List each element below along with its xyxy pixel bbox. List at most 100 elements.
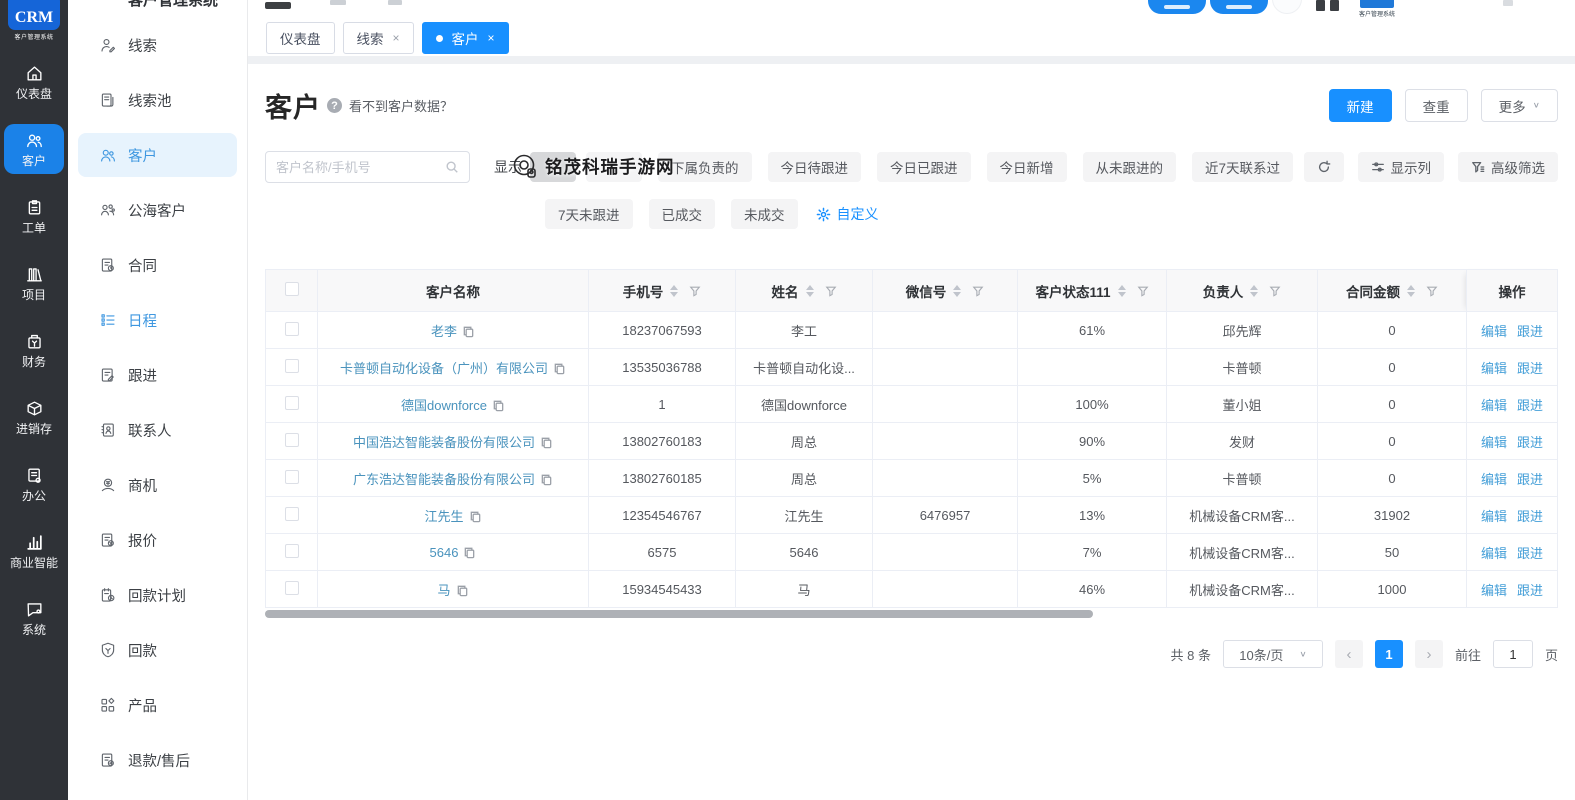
filter-chip-今日已跟进[interactable]: 今日已跟进 bbox=[877, 152, 971, 182]
display-columns-button[interactable]: 显示列 bbox=[1357, 152, 1444, 182]
customer-name-link[interactable]: 老李 bbox=[431, 324, 457, 339]
row-checkbox[interactable] bbox=[284, 432, 299, 447]
tab-仪表盘[interactable]: 仪表盘 bbox=[266, 22, 335, 54]
copy-icon[interactable] bbox=[463, 546, 476, 559]
sort-desc-icon[interactable] bbox=[1250, 291, 1259, 297]
sort-desc-icon[interactable] bbox=[1117, 291, 1126, 297]
filter-chip-今日新增[interactable]: 今日新增 bbox=[986, 152, 1067, 182]
sort-asc-icon[interactable] bbox=[1117, 284, 1126, 290]
secondary-nav-item-报价[interactable]: 报价 bbox=[78, 518, 237, 562]
column-header-合同金额[interactable]: 合同金额 bbox=[1317, 269, 1467, 312]
row-action-编辑[interactable]: 编辑 bbox=[1481, 472, 1507, 487]
next-page-button[interactable]: › bbox=[1414, 640, 1443, 668]
copy-icon[interactable] bbox=[462, 325, 475, 338]
row-action-跟进[interactable]: 跟进 bbox=[1517, 509, 1543, 524]
row-action-编辑[interactable]: 编辑 bbox=[1481, 361, 1507, 376]
goto-page-input[interactable] bbox=[1492, 640, 1533, 668]
primary-nav-item-进销存[interactable]: 进销存 bbox=[4, 392, 64, 442]
row-action-跟进[interactable]: 跟进 bbox=[1517, 546, 1543, 561]
current-page-button[interactable]: 1 bbox=[1374, 640, 1403, 668]
row-checkbox[interactable] bbox=[284, 358, 299, 373]
filter-chip-下属负责的[interactable]: 下属负责的 bbox=[658, 152, 752, 182]
app-logo[interactable]: CRM bbox=[8, 0, 60, 30]
filter-chip-已成交[interactable]: 已成交 bbox=[648, 199, 716, 229]
sort-desc-icon[interactable] bbox=[1407, 291, 1415, 297]
filter-chip-从未跟进的[interactable]: 从未跟进的 bbox=[1082, 152, 1176, 182]
sort-desc-icon[interactable] bbox=[953, 291, 962, 297]
primary-nav-item-系统[interactable]: 系统 bbox=[4, 593, 64, 643]
tab-线索[interactable]: 线索 × bbox=[342, 22, 414, 54]
column-header-操作[interactable]: 操作 bbox=[1466, 269, 1558, 312]
refresh-button[interactable] bbox=[1303, 152, 1344, 182]
primary-nav-item-商业智能[interactable]: 商业智能 bbox=[4, 526, 64, 576]
row-action-编辑[interactable]: 编辑 bbox=[1481, 324, 1507, 339]
row-checkbox[interactable] bbox=[284, 580, 299, 595]
copy-icon[interactable] bbox=[553, 362, 566, 375]
row-action-跟进[interactable]: 跟进 bbox=[1517, 435, 1543, 450]
secondary-nav-item-回款[interactable]: 回款 bbox=[78, 628, 237, 672]
row-checkbox[interactable] bbox=[284, 506, 299, 521]
column-header-手机号[interactable]: 手机号 bbox=[588, 269, 736, 312]
search-icon[interactable] bbox=[445, 160, 459, 174]
secondary-nav-item-合同[interactable]: 合同 bbox=[78, 243, 237, 287]
sort-desc-icon[interactable] bbox=[670, 291, 679, 297]
column-header-客户名称[interactable]: 客户名称 bbox=[317, 269, 589, 312]
secondary-nav-item-产品[interactable]: 产品 bbox=[78, 683, 237, 727]
primary-nav-item-办公[interactable]: 办公 bbox=[4, 459, 64, 509]
hamburger-menu-icon[interactable] bbox=[265, 2, 291, 9]
row-checkbox[interactable] bbox=[284, 469, 299, 484]
horizontal-scrollbar-thumb[interactable] bbox=[265, 610, 1093, 618]
customer-name-link[interactable]: 德国downforce bbox=[401, 398, 487, 413]
copy-icon[interactable] bbox=[469, 510, 482, 523]
row-action-跟进[interactable]: 跟进 bbox=[1517, 472, 1543, 487]
prev-page-button[interactable]: ‹ bbox=[1334, 640, 1363, 668]
header-avatar-partial[interactable] bbox=[1330, 0, 1339, 11]
sort-asc-icon[interactable] bbox=[1407, 284, 1415, 290]
secondary-nav-item-线索[interactable]: 线索 bbox=[78, 23, 237, 67]
secondary-nav-item-商机[interactable]: 商机 bbox=[78, 463, 237, 507]
primary-nav-item-项目[interactable]: 项目 bbox=[4, 258, 64, 308]
help-icon[interactable]: ? bbox=[327, 98, 342, 113]
filter-chip-7天未跟进[interactable]: 7天未跟进 bbox=[545, 199, 633, 229]
secondary-nav-item-日程[interactable]: 日程 bbox=[78, 298, 237, 342]
sort-desc-icon[interactable] bbox=[805, 291, 814, 297]
row-action-编辑[interactable]: 编辑 bbox=[1481, 435, 1507, 450]
row-checkbox[interactable] bbox=[284, 321, 299, 336]
primary-nav-item-财务[interactable]: 财务 bbox=[4, 325, 64, 375]
sort-asc-icon[interactable] bbox=[670, 284, 679, 290]
more-button[interactable]: 更多 ∨ bbox=[1480, 89, 1558, 122]
copy-icon[interactable] bbox=[540, 436, 553, 449]
row-action-跟进[interactable]: 跟进 bbox=[1517, 398, 1543, 413]
sort-asc-icon[interactable] bbox=[953, 284, 962, 290]
primary-nav-item-客户[interactable]: 客户 bbox=[4, 124, 64, 174]
secondary-nav-item-联系人[interactable]: 联系人 bbox=[78, 408, 237, 452]
customer-name-link[interactable]: 5646 bbox=[430, 545, 459, 560]
customer-name-link[interactable]: 中国浩达智能装备股份有限公司 bbox=[353, 435, 535, 450]
column-header-微信号[interactable]: 微信号 bbox=[872, 269, 1018, 312]
page-size-select[interactable]: 10条/页 ∨ bbox=[1222, 640, 1323, 668]
filter-chip-近7天联系过[interactable]: 近7天联系过 bbox=[1192, 152, 1294, 182]
secondary-nav-item-公海客户[interactable]: 公海客户 bbox=[78, 188, 237, 232]
sort-asc-icon[interactable] bbox=[1250, 284, 1259, 290]
filter-funnel-icon[interactable] bbox=[1426, 285, 1438, 297]
row-action-编辑[interactable]: 编辑 bbox=[1481, 546, 1507, 561]
copy-icon[interactable] bbox=[540, 473, 553, 486]
filter-chip-今日待跟进[interactable]: 今日待跟进 bbox=[767, 152, 861, 182]
customer-name-link[interactable]: 江先生 bbox=[424, 509, 463, 524]
filter-funnel-icon[interactable] bbox=[689, 285, 701, 297]
secondary-nav-item-客户[interactable]: 客户 bbox=[78, 133, 237, 177]
customer-name-link[interactable]: 卡普顿自动化设备（广州）有限公司 bbox=[340, 361, 548, 376]
row-action-编辑[interactable]: 编辑 bbox=[1481, 398, 1507, 413]
dedupe-button[interactable]: 查重 bbox=[1404, 89, 1468, 122]
row-action-跟进[interactable]: 跟进 bbox=[1517, 361, 1543, 376]
filter-chip-covered-by-watermark[interactable] bbox=[586, 152, 642, 182]
help-text[interactable]: 看不到客户数据？ bbox=[349, 96, 453, 115]
filter-funnel-icon[interactable] bbox=[1269, 285, 1281, 297]
header-primary-button-partial[interactable] bbox=[1210, 0, 1268, 14]
create-button[interactable]: 新建 bbox=[1328, 89, 1392, 122]
row-action-编辑[interactable]: 编辑 bbox=[1481, 509, 1507, 524]
copy-icon[interactable] bbox=[456, 584, 469, 597]
secondary-nav-item-退款/售后[interactable]: 退款/售后 bbox=[78, 738, 237, 782]
primary-nav-item-工单[interactable]: 工单 bbox=[4, 191, 64, 241]
secondary-nav-item-回款计划[interactable]: 回款计划 bbox=[78, 573, 237, 617]
